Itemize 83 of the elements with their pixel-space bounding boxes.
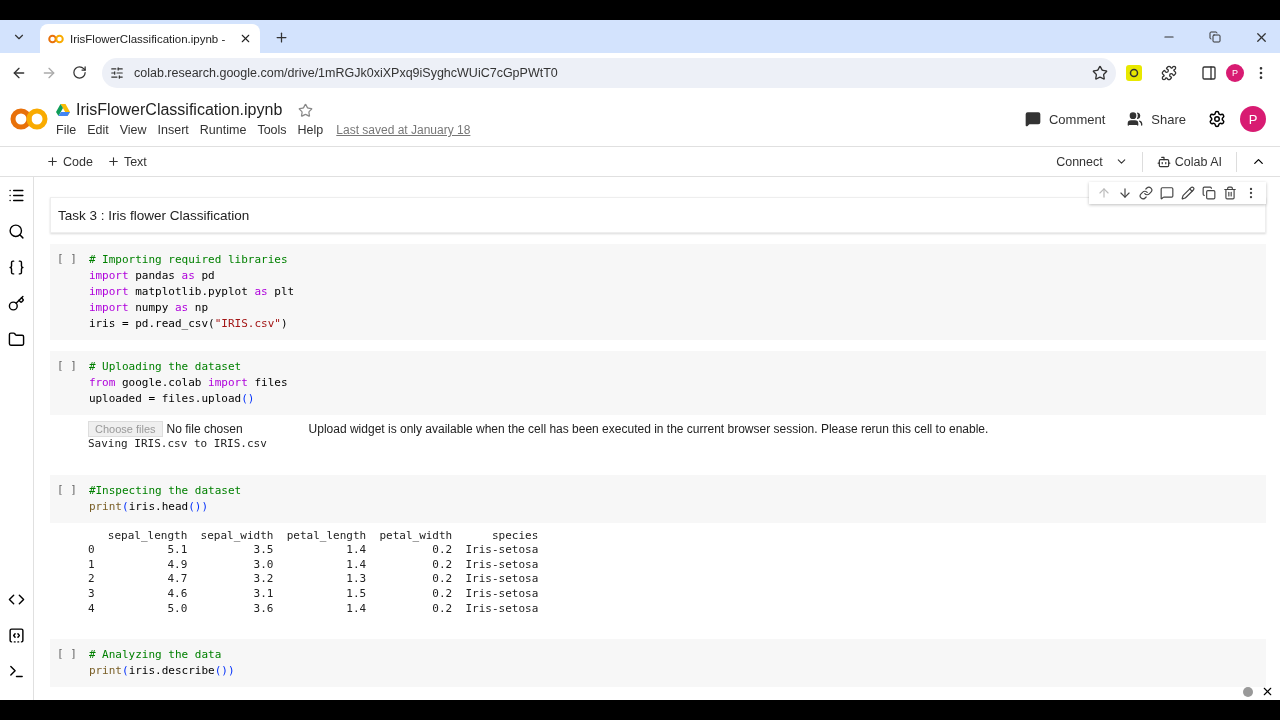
text-cell: Task 3 : Iris flower Classification — [50, 197, 1266, 233]
menu-item[interactable]: Insert — [157, 123, 189, 137]
code-line: print(iris.head()) — [88, 498, 210, 515]
menu-item[interactable]: Tools — [257, 123, 287, 137]
key-icon[interactable] — [8, 295, 25, 312]
code-cell[interactable]: [ ] # Uploading the dataset from google.colab import files uploaded = files.upload() — [50, 351, 1266, 415]
edit-icon[interactable] — [1181, 186, 1195, 200]
output-line: 1 4.9 3.0 1.4 0.2 Iris-setosa — [88, 557, 540, 573]
address-bar[interactable]: colab.research.google.com/drive/1mRGJk0xiXPxq9iSyghcWUiC7cGpPWtT0 — [102, 57, 1116, 88]
output-line: Saving IRIS.csv to IRIS.csv — [88, 437, 268, 452]
last-saved-link[interactable]: Last saved at January 18 — [336, 123, 471, 137]
menu-item[interactable]: View — [119, 123, 147, 137]
bookmark-star-icon[interactable] — [1092, 64, 1108, 81]
profile-avatar[interactable]: P — [1240, 106, 1266, 132]
colab-ai-button[interactable]: Colab AI — [1156, 154, 1222, 169]
connect-button[interactable]: Connect — [1056, 154, 1128, 169]
new-tab-icon[interactable] — [273, 29, 289, 45]
run-indicator: [ ] — [57, 252, 77, 267]
menu-item[interactable]: File — [56, 123, 77, 137]
run-indicator: [ ] — [57, 482, 77, 498]
settings-icon[interactable] — [1208, 110, 1226, 128]
output-line: 0 5.1 3.5 1.4 0.2 Iris-setosa — [88, 543, 540, 558]
delete-icon[interactable] — [1223, 186, 1237, 200]
plus-icon — [46, 155, 59, 168]
code-line: import matplotlib.pyplot as plt — [88, 284, 295, 300]
menu-item[interactable]: Edit — [87, 123, 109, 137]
site-settings-icon[interactable] — [110, 65, 124, 80]
browser-tab[interactable]: IrisFlowerClassification.ipynb - — [40, 24, 260, 53]
people-icon — [1127, 111, 1144, 127]
close-icon[interactable] — [1261, 685, 1274, 698]
comment-button[interactable]: Comment — [1024, 111, 1106, 127]
table-of-contents-icon[interactable] — [8, 187, 25, 204]
reload-icon[interactable] — [71, 65, 87, 80]
code-line: # Uploading the dataset — [88, 359, 243, 375]
status-dot — [1243, 686, 1253, 697]
robot-icon — [1156, 154, 1171, 169]
variables-icon[interactable] — [8, 259, 25, 276]
extension-icon[interactable] — [1126, 64, 1142, 81]
code-line: #Inspecting the dataset — [88, 482, 242, 499]
colab-logo-icon — [48, 33, 64, 44]
menu-item[interactable]: Help — [297, 123, 324, 137]
code-line: import numpy as np — [88, 300, 210, 316]
output-line: sepal_length sepal_width petal_length petal_width species — [106, 528, 540, 544]
tab-title: IrisFlowerClassification.ipynb - — [70, 32, 227, 45]
folder-icon[interactable] — [8, 331, 25, 348]
file-status: No file chosen — [166, 422, 243, 436]
code-line: print(iris.describe()) — [88, 663, 235, 680]
extensions-icon[interactable] — [1161, 64, 1177, 81]
upload-note: Upload widget is only available when the cell has been executed in the current browser session. Please rerun this cell to enable. — [308, 422, 989, 436]
star-icon[interactable] — [298, 102, 314, 118]
output-line: 3 4.6 3.1 1.5 0.2 Iris-setosa — [88, 586, 540, 602]
code-line: iris = pd.read_csv("IRIS.csv") — [88, 316, 289, 332]
share-button[interactable]: Share — [1127, 111, 1186, 127]
run-indicator: [ ] — [57, 359, 77, 374]
profile-avatar[interactable]: P — [1226, 63, 1244, 82]
code-cell[interactable]: [ ] #Inspecting the dataset print(iris.head()) — [50, 474, 1266, 523]
move-down-icon[interactable] — [1118, 186, 1132, 200]
restore-icon[interactable] — [1209, 31, 1221, 43]
code-line: # Importing required libraries — [88, 252, 289, 268]
code-cell[interactable]: [ ] # Importing required libraries import pandas as pd import matplotlib.pyplot as plt import numpy as np iris = pd.read_csv("IRIS.csv") — [50, 244, 1266, 340]
output-line: 2 4.7 3.2 1.3 0.2 Iris-setosa — [88, 572, 540, 587]
plus-icon — [106, 155, 120, 168]
code-line: uploaded = files.upload() — [88, 391, 256, 407]
comment-icon — [1024, 111, 1041, 127]
drive-icon — [56, 104, 70, 116]
side-panel-icon[interactable] — [1201, 64, 1217, 81]
run-indicator: [ ] — [57, 647, 77, 663]
search-icon[interactable] — [8, 223, 25, 240]
comment-icon[interactable] — [1160, 186, 1174, 200]
code-line: from google.colab import files — [88, 375, 288, 391]
url-text: colab.research.google.com/drive/1mRGJk0xiXPxq9iSyghcWUiC7cGpPWtT0 — [134, 65, 559, 80]
colab-logo — [10, 107, 48, 131]
code-line: import pandas as pd — [88, 268, 216, 284]
terminal-icon[interactable] — [8, 663, 25, 680]
code-cell[interactable]: [ ] # Analyzing the data print(iris.describe()) — [50, 639, 1266, 688]
add-text-button[interactable]: Text — [106, 154, 147, 169]
output-line: 4 5.0 3.6 1.4 0.2 Iris-setosa — [88, 601, 540, 617]
notebook-title[interactable]: IrisFlowerClassification.ipynb — [76, 101, 283, 119]
menu-item[interactable]: Runtime — [199, 123, 247, 137]
add-code-button[interactable]: Code — [46, 154, 93, 169]
link-icon[interactable] — [1139, 186, 1153, 200]
code-line: # Analyzing the data — [88, 647, 223, 664]
close-icon[interactable] — [239, 32, 252, 45]
